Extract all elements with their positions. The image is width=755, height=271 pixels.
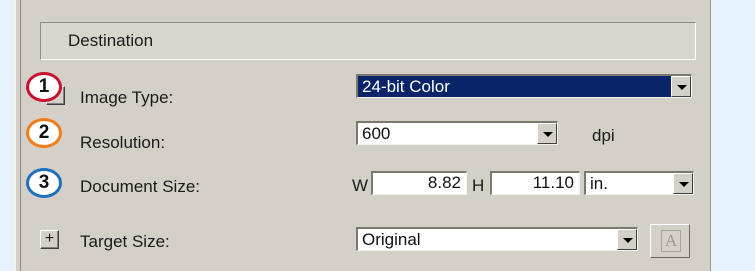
height-label: H	[472, 176, 485, 195]
chevron-down-icon[interactable]	[537, 123, 557, 144]
document-size-label: Document Size:	[80, 177, 200, 196]
resolution-label: Resolution:	[80, 133, 166, 152]
step-badge-1: 1	[26, 72, 62, 102]
font-icon: A	[661, 230, 681, 252]
target-size-label: Target Size:	[80, 232, 170, 251]
resolution-value: 600	[362, 124, 391, 143]
section-title: Destination	[68, 31, 154, 50]
image-type-select[interactable]: 24-bit Color	[356, 74, 692, 98]
chevron-down-icon[interactable]	[671, 76, 691, 97]
chevron-down-icon[interactable]	[617, 229, 637, 250]
width-label: W	[352, 176, 369, 195]
panel-divider	[20, 0, 21, 271]
target-size-select[interactable]: Original	[356, 227, 638, 251]
target-size-expand-button[interactable]: +	[40, 230, 59, 249]
width-field[interactable]: 8.82	[371, 171, 467, 195]
image-type-value: 24-bit Color	[362, 77, 450, 96]
step-badge-2: 2	[26, 118, 62, 148]
target-size-value: Original	[362, 230, 421, 249]
destination-section-header[interactable]: Destination	[40, 22, 696, 60]
chevron-down-icon[interactable]	[673, 173, 693, 194]
image-type-label: Image Type:	[80, 88, 174, 107]
panel-edge	[710, 0, 711, 271]
resolution-unit: dpi	[592, 126, 615, 145]
font-button[interactable]: A	[650, 224, 690, 258]
height-field[interactable]: 11.10	[490, 171, 580, 195]
step-badge-3: 3	[26, 168, 62, 198]
size-unit-value: in.	[590, 174, 608, 193]
resolution-select[interactable]: 600	[356, 121, 558, 145]
size-unit-select[interactable]: in.	[584, 171, 694, 195]
